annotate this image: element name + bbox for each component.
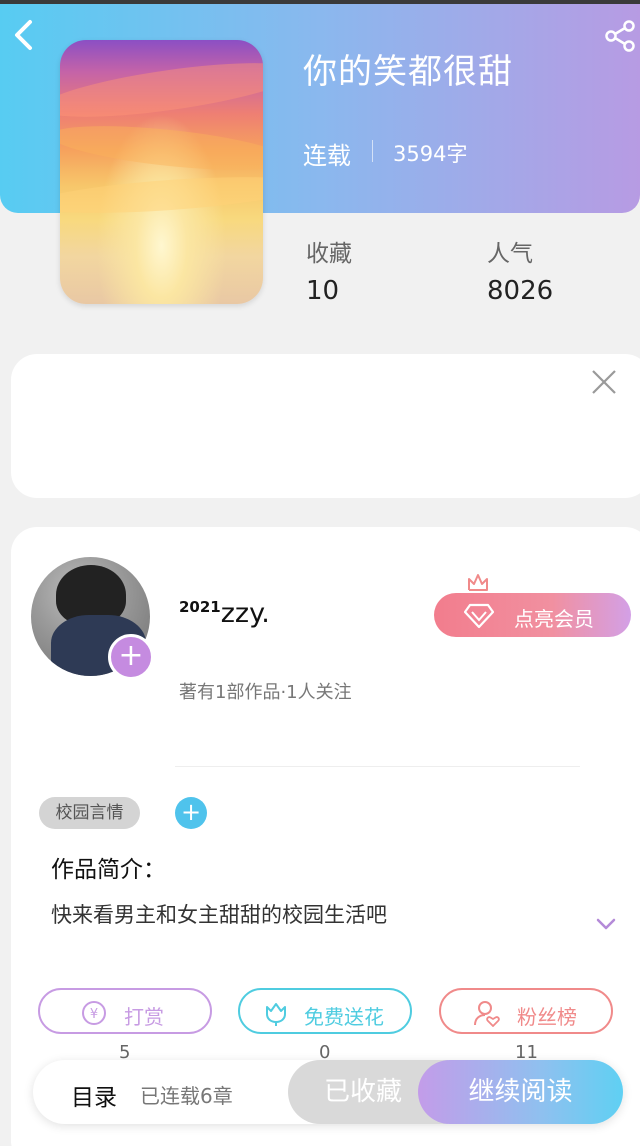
vip-label: 点亮会员: [514, 607, 594, 631]
flower-icon: [266, 1003, 286, 1026]
stat-value-popularity: 8026: [487, 276, 554, 306]
author-name-text: zzy.: [220, 598, 270, 629]
fan-rank-button[interactable]: 粉丝榜: [439, 988, 613, 1034]
send-flower-label: 免费送花: [304, 1005, 384, 1029]
svg-text:¥: ¥: [90, 1007, 98, 1022]
cover-cloud: [60, 170, 263, 220]
author-meta: 著有1部作品·1人关注: [179, 682, 352, 703]
chevron-down-icon[interactable]: [594, 914, 618, 934]
crown-icon: [468, 574, 488, 591]
toc-button[interactable]: 目录: [71, 1078, 117, 1112]
follow-plus-icon[interactable]: +: [108, 634, 154, 680]
cover-cloud: [60, 117, 263, 179]
yen-coin-icon: ¥: [82, 1001, 106, 1025]
section-divider: [175, 766, 580, 767]
chapter-count: 已连载6章: [140, 1084, 233, 1108]
book-status: 连载: [303, 142, 351, 170]
diamond-icon: [464, 603, 494, 629]
add-tag-icon[interactable]: +: [175, 797, 207, 829]
word-count: 3594字: [393, 142, 468, 166]
cover-cloud: [60, 52, 263, 128]
back-arrow-icon[interactable]: [10, 18, 38, 52]
reward-label: 打赏: [124, 1005, 164, 1029]
stat-label-favorites: 收藏: [306, 241, 352, 267]
fan-rank-icon: [474, 1001, 500, 1027]
book-title: 你的笑都很甜: [303, 52, 513, 92]
stat-value-favorites: 10: [306, 276, 340, 306]
fan-rank-label: 粉丝榜: [517, 1005, 577, 1029]
send-flower-button[interactable]: 免费送花: [238, 988, 412, 1034]
book-cover[interactable]: [60, 40, 263, 304]
close-icon[interactable]: [590, 368, 618, 396]
vip-button[interactable]: 点亮会员: [434, 593, 631, 637]
stat-label-popularity: 人气: [487, 241, 533, 267]
continue-reading-button[interactable]: 继续阅读: [418, 1060, 623, 1124]
ad-card: [11, 354, 640, 498]
tag-chip[interactable]: 校园言情: [39, 797, 140, 829]
author-name[interactable]: 2021zzy.: [179, 598, 270, 629]
intro-text: 快来看男主和女主甜甜的校园生活吧: [51, 903, 387, 927]
status-divider: [372, 140, 373, 162]
reward-button[interactable]: ¥ 打赏: [38, 988, 212, 1034]
intro-title: 作品简介：: [51, 857, 166, 883]
share-icon[interactable]: [602, 18, 638, 54]
author-name-sup: 2021: [179, 598, 221, 616]
